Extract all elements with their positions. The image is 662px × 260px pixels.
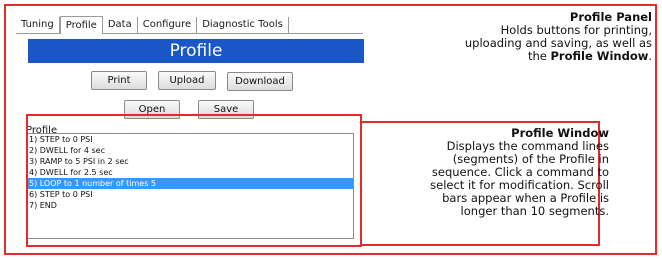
- list-item[interactable]: 2) DWELL for 4 sec: [28, 145, 353, 156]
- panel-title: Profile: [28, 39, 364, 63]
- tab-profile[interactable]: Profile: [59, 16, 103, 34]
- list-item[interactable]: 7) END: [28, 200, 353, 211]
- upload-button[interactable]: Upload: [158, 71, 216, 90]
- profile-window[interactable]: 1) STEP to 0 PSI 2) DWELL for 4 sec 3) R…: [27, 133, 354, 239]
- list-item[interactable]: 1) STEP to 0 PSI: [28, 134, 353, 145]
- list-item-selected[interactable]: 5) LOOP to 1 number of times 5: [28, 178, 353, 189]
- tab-configure[interactable]: Configure: [138, 17, 198, 33]
- profile-window-inline-bold: Profile Window: [550, 49, 649, 63]
- list-item[interactable]: 3) RAMP to 5 PSI in 2 sec: [28, 156, 353, 167]
- profile-window-desc-line: longer than 10 segments.: [460, 204, 609, 218]
- open-button[interactable]: Open: [124, 100, 180, 119]
- list-item[interactable]: 6) STEP to 0 PSI: [28, 189, 353, 200]
- profile-panel: Tuning Profile Data Configure Diagnostic…: [16, 15, 364, 256]
- tab-bar: Tuning Profile Data Configure Diagnostic…: [16, 15, 363, 34]
- tab-tuning[interactable]: Tuning: [16, 17, 60, 33]
- save-button[interactable]: Save: [198, 100, 254, 119]
- tab-diagnostic-tools[interactable]: Diagnostic Tools: [197, 17, 289, 33]
- download-button[interactable]: Download: [227, 72, 293, 91]
- profile-window-description: Profile Window Displays the command line…: [379, 127, 609, 218]
- profile-panel-description: Profile Panel Holds buttons for printing…: [412, 11, 652, 63]
- print-button[interactable]: Print: [91, 71, 147, 90]
- profile-panel-desc-prefix: the: [527, 49, 551, 63]
- list-item[interactable]: 4) DWELL for 2.5 sec: [28, 167, 353, 178]
- tab-data[interactable]: Data: [103, 17, 138, 33]
- profile-panel-desc-suffix: .: [648, 49, 652, 63]
- profile-panel-desc-line: the Profile Window.: [412, 50, 652, 63]
